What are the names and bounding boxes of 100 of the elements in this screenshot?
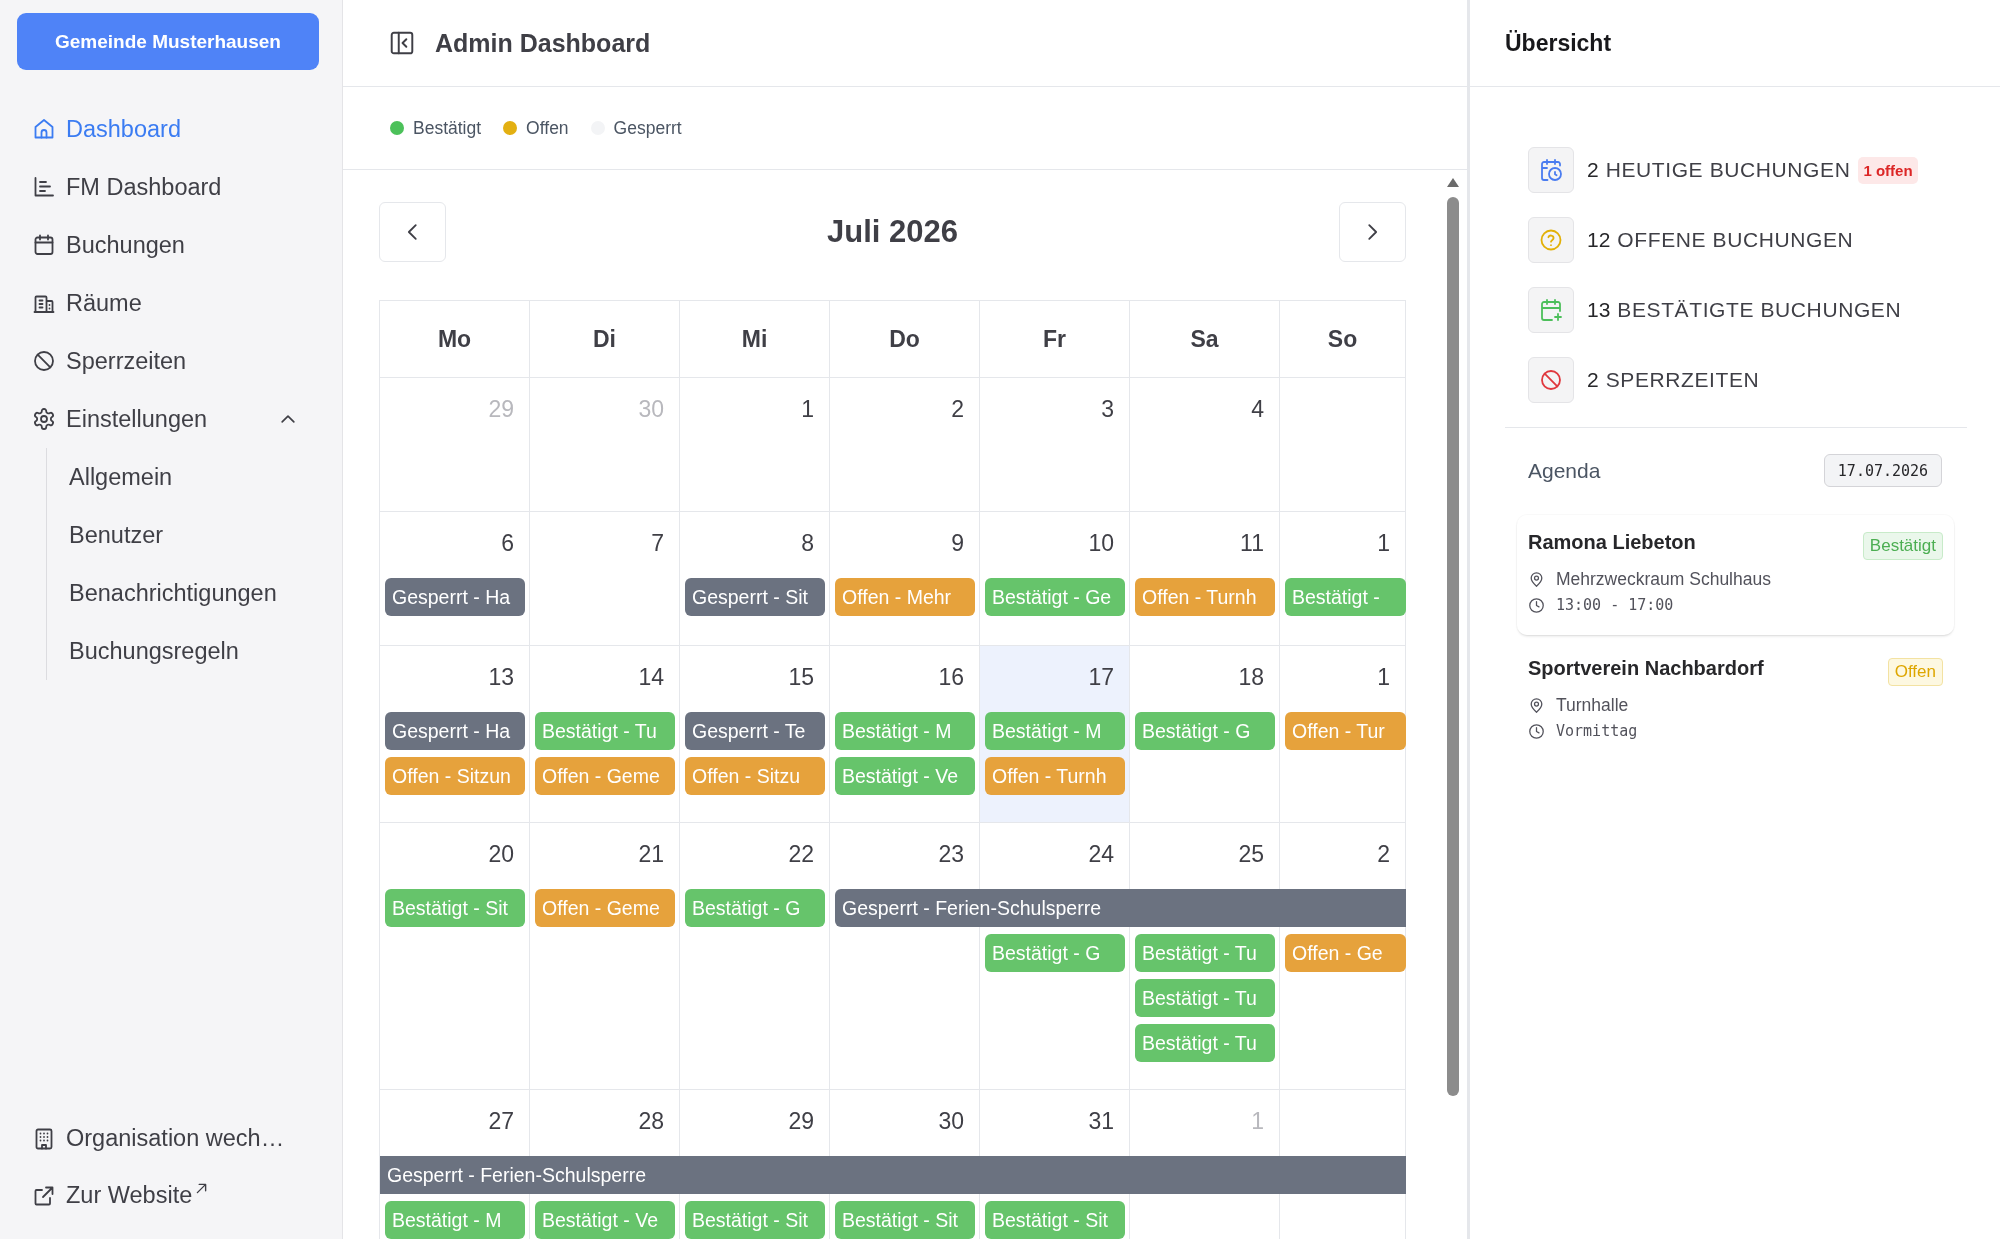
external-arrow-icon [196,1183,208,1194]
calendar-event[interactable]: Bestätigt - Ge [985,578,1125,616]
map-pin-icon [1528,696,1545,714]
calendar-plus-icon [1528,287,1574,333]
clock-icon [1528,722,1545,740]
calendar-event[interactable]: Offen - Mehr [835,578,975,616]
time-text: 13:00 - 17:00 [1556,596,1674,614]
day-number: 22 [788,840,814,868]
calendar-event[interactable]: Offen - Sitzun [385,757,525,795]
day-number: 27 [488,1107,514,1135]
legend-label: Gesperrt [613,117,682,139]
day-number: 1 [1377,663,1390,691]
day-number: 31 [1088,1107,1114,1135]
day-number: 30 [638,395,664,423]
ban-icon [1528,357,1574,403]
stat-count: 2 [1587,368,1599,392]
day-number: 1 [1377,529,1390,557]
calendar-event[interactable]: Bestätigt - [1285,578,1406,616]
calendar-event[interactable]: Bestätigt - Sit [685,1201,825,1239]
calendar-event[interactable]: Bestätigt - Tu [535,712,675,750]
stat-label: HEUTIGE BUCHUNGEN [1605,158,1851,182]
nav-item[interactable]: Zur Website [17,1167,318,1224]
nav-item[interactable]: Dashboard [17,100,318,158]
calendar-event[interactable]: Bestätigt - G [985,934,1125,972]
agenda-item[interactable]: Ramona Liebeton Bestätigt Mehrzweckraum Schulhaus 13:00 - 17:00 [1517,515,1954,635]
home-icon [32,117,56,141]
agenda-title: Agenda [1528,458,1601,483]
nav-item[interactable]: Buchungen [17,216,318,274]
calendar-event[interactable]: Bestätigt - Ve [835,757,975,795]
day-number: 25 [1238,840,1264,868]
panel-left-icon [389,30,415,56]
calendar-event[interactable]: Bestätigt - Sit [985,1201,1125,1239]
map-pin-icon [1528,570,1545,588]
day-number: 15 [788,663,814,691]
calendar-event[interactable]: Gesperrt - Sit [685,578,825,616]
day-number: 30 [938,1107,964,1135]
weekday-label: So [1327,325,1358,353]
calendar-event[interactable]: Gesperrt - Ha [385,712,525,750]
calendar-event[interactable]: Gesperrt - Te [685,712,825,750]
calendar-event[interactable]: Offen - Geme [535,757,675,795]
scrollbar-thumb[interactable] [1447,197,1459,1096]
day-number: 16 [938,663,964,691]
calendar-event[interactable]: Bestätigt - G [1135,712,1275,750]
calendar-event[interactable]: Offen - Turnh [985,757,1125,795]
calendar-event[interactable]: Offen - Tur [1285,712,1406,750]
stat-count: 13 [1587,298,1611,322]
stat-label: BESTÄTIGTE BUCHUNGEN [1617,298,1902,322]
sub-nav-item[interactable]: Benachrichtigungen [69,564,277,622]
status-badge: Offen [1887,658,1943,686]
day-number: 23 [938,840,964,868]
brand-button[interactable]: Gemeinde Musterhausen [17,13,319,70]
day-number: 29 [788,1107,814,1135]
calendar-event[interactable]: Offen - Sitzu [685,757,825,795]
day-number: 29 [488,395,514,423]
agenda-item[interactable]: Sportverein Nachbardorf Offen Turnhalle Vormittag [1517,641,1954,761]
calendar-icon [32,233,56,257]
calendar-event[interactable]: Offen - Geme [535,889,675,927]
day-number: 9 [951,529,964,557]
day-number: 2 [951,395,964,423]
calendar-event[interactable]: Gesperrt - Ferien-Schulsperre [835,889,1406,927]
calendar-event[interactable]: Bestätigt - Tu [1135,934,1275,972]
calendar-event[interactable]: Offen - Turnh [1135,578,1275,616]
calendar-event[interactable]: Bestätigt - Ve [535,1201,675,1239]
calendar-event[interactable]: Bestätigt - Sit [835,1201,975,1239]
nav-item[interactable]: Organisation wech… [17,1110,318,1167]
sub-nav-item[interactable]: Allgemein [69,448,173,506]
calendar-event[interactable]: Gesperrt - Ha [385,578,525,616]
nav-item[interactable]: Räume [17,274,318,332]
calendar-event[interactable]: Bestätigt - Tu [1135,979,1275,1017]
weekday-label: Mi [741,325,768,353]
settings-icon [32,407,56,431]
day-number: 13 [488,663,514,691]
calendar-event[interactable]: Bestätigt - M [385,1201,525,1239]
day-number: 17 [1088,663,1114,691]
location-text: Turnhalle [1556,694,1629,716]
calendar-event[interactable]: Bestätigt - M [985,712,1125,750]
calendar-clock-icon [1528,147,1574,193]
panel-title: Übersicht [1505,29,1612,57]
day-number: 8 [801,529,814,557]
sidebar-toggle-button[interactable] [389,30,415,56]
next-month-button[interactable] [1339,202,1406,262]
nav-item[interactable]: FM Dashboard [17,158,318,216]
calendar-event[interactable]: Bestätigt - Sit [385,889,525,927]
calendar-event[interactable]: Bestätigt - G [685,889,825,927]
calendar-event[interactable]: Offen - Ge [1285,934,1406,972]
day-number: 14 [638,663,664,691]
weekday-label: Di [593,325,616,353]
nav-item[interactable]: Sperrzeiten [17,332,318,390]
stat-count: 12 [1587,228,1611,252]
day-number: 1 [801,395,814,423]
day-number: 20 [488,840,514,868]
date-field[interactable]: 17.07.2026 [1824,454,1942,487]
calendar-event[interactable]: Gesperrt - Ferien-Schulsperre [380,1156,1406,1194]
calendar-event[interactable]: Bestätigt - Tu [1135,1024,1275,1062]
sub-nav-item[interactable]: Buchungsregeln [69,622,239,680]
sub-nav-item[interactable]: Benutzer [69,506,164,564]
day-number: 18 [1238,663,1264,691]
calendar-event[interactable]: Bestätigt - M [835,712,975,750]
nav-item[interactable]: Einstellungen [17,390,318,448]
previous-month-button[interactable] [379,202,446,262]
